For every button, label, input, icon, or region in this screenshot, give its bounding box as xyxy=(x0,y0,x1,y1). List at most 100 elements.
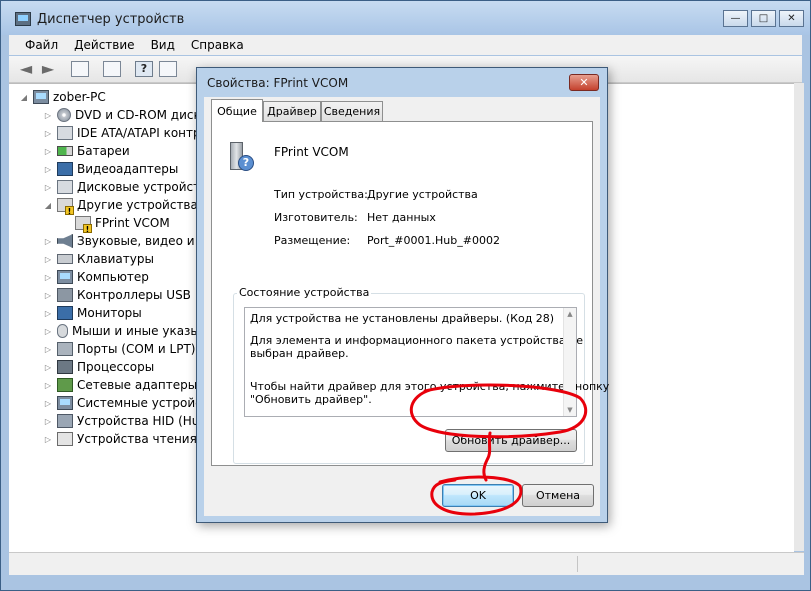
status-line: "Обновить драйвер". xyxy=(250,393,372,406)
scan-icon[interactable] xyxy=(159,61,177,77)
tree-item[interactable]: ▷ Порты (COM и LPT) xyxy=(43,340,195,358)
network-icon xyxy=(57,378,73,392)
tree-item[interactable]: ▷ Видеоадаптеры xyxy=(43,160,178,178)
collapse-arrow-icon[interactable]: ◢ xyxy=(19,93,29,102)
tree-item[interactable]: ▷ Устройства HID (Hum xyxy=(43,412,211,430)
expand-arrow-icon[interactable]: ▷ xyxy=(43,381,53,390)
help-icon[interactable]: ? xyxy=(135,61,153,77)
tab-details[interactable]: Сведения xyxy=(321,101,383,121)
expand-arrow-icon[interactable]: ▷ xyxy=(43,417,53,426)
update-driver-button[interactable]: Обновить драйвер... xyxy=(445,429,577,452)
expand-arrow-icon[interactable]: ▷ xyxy=(43,309,53,318)
status-line: выбран драйвер. xyxy=(250,347,349,360)
tree-item[interactable]: ▷ Контроллеры USB xyxy=(43,286,191,304)
menu-view[interactable]: Вид xyxy=(142,38,182,52)
tree-item-label: Мыши и иные указы xyxy=(72,324,200,338)
status-scrollbar[interactable]: ▲ ▼ xyxy=(563,308,576,416)
expand-arrow-icon[interactable]: ▷ xyxy=(43,255,53,264)
tree-item-label: FPrint VCOM xyxy=(95,216,170,230)
tree-item[interactable]: ▷ Компьютер xyxy=(43,268,149,286)
tab-general[interactable]: Общие xyxy=(211,99,263,122)
menu-bar: Файл Действие Вид Справка xyxy=(9,35,802,55)
tree-item-label: Процессоры xyxy=(77,360,155,374)
tree-item[interactable]: ◢ Другие устройства xyxy=(43,196,198,215)
expand-arrow-icon[interactable]: ▷ xyxy=(43,165,53,174)
forward-icon[interactable]: ► xyxy=(39,61,57,77)
tree-item[interactable]: ▷ Мониторы xyxy=(43,304,142,322)
collapse-arrow-icon[interactable]: ◢ xyxy=(43,201,53,210)
usb-icon xyxy=(57,288,73,302)
tree-item-label: Дисковые устройства xyxy=(77,180,215,194)
tree-item-label: Контроллеры USB xyxy=(77,288,191,302)
properties-icon[interactable] xyxy=(71,61,89,77)
tree-item[interactable]: ▷ Сетевые адаптеры xyxy=(43,376,197,394)
ok-button[interactable]: OK xyxy=(442,484,514,507)
location-value: Port_#0001.Hub_#0002 xyxy=(367,234,500,247)
tree-item-label: Компьютер xyxy=(77,270,149,284)
status-line: Для устройства не установлены драйверы. … xyxy=(250,312,555,325)
tree-item[interactable]: ▷ DVD и CD-ROM диско xyxy=(43,106,208,124)
tree-item-label: Батареи xyxy=(77,144,130,158)
status-line: Для элемента и информационного пакета ус… xyxy=(250,334,584,347)
menu-action[interactable]: Действие xyxy=(65,38,141,52)
disc-icon xyxy=(57,108,71,122)
menu-file[interactable]: Файл xyxy=(9,38,65,52)
expand-arrow-icon[interactable]: ▷ xyxy=(43,273,53,282)
expand-arrow-icon[interactable]: ▷ xyxy=(43,129,53,138)
tree-item[interactable]: ▷ Клавиатуры xyxy=(43,250,154,268)
tree-item[interactable]: FPrint VCOM xyxy=(61,214,170,233)
tree-item-label: Мониторы xyxy=(77,306,142,320)
close-button[interactable]: ✕ xyxy=(779,10,804,27)
minimize-button[interactable]: — xyxy=(723,10,748,27)
expand-arrow-icon[interactable]: ▷ xyxy=(43,147,53,156)
maximize-button[interactable]: □ xyxy=(751,10,776,27)
expand-arrow-icon[interactable]: ▷ xyxy=(43,183,53,192)
manufacturer-label: Изготовитель: xyxy=(274,211,358,224)
tree-item[interactable]: ▷ Батареи xyxy=(43,142,130,160)
tree-item[interactable]: ▷ Дисковые устройства xyxy=(43,178,215,196)
dialog-close-button[interactable]: ✕ xyxy=(569,74,599,91)
manufacturer-value: Нет данных xyxy=(367,211,436,224)
tree-root[interactable]: ◢ zober-PC xyxy=(19,88,106,106)
computer-icon xyxy=(57,270,73,284)
expand-arrow-icon[interactable]: ▷ xyxy=(43,363,53,372)
status-bar xyxy=(9,552,804,575)
tree-item[interactable]: ▷ Мыши и иные указы xyxy=(43,322,200,340)
tree-item[interactable]: ▷ IDE ATA/ATAPI контро xyxy=(43,124,208,142)
tree-item[interactable]: ▷ Звуковые, видео и игр xyxy=(43,232,220,250)
tree-item-label: Клавиатуры xyxy=(77,252,154,266)
tree-item[interactable]: ▷ Устройства чтения см xyxy=(43,430,216,448)
expand-arrow-icon[interactable]: ▷ xyxy=(43,237,53,246)
scroll-down-icon[interactable]: ▼ xyxy=(564,404,576,416)
title-bar[interactable]: Диспетчер устройств — □ ✕ xyxy=(1,1,810,35)
expand-arrow-icon[interactable]: ▷ xyxy=(43,291,53,300)
window-title: Диспетчер устройств xyxy=(37,12,185,27)
location-label: Размещение: xyxy=(274,234,351,247)
scroll-up-icon[interactable]: ▲ xyxy=(564,308,576,320)
tree-item-label: Видеоадаптеры xyxy=(77,162,179,176)
expand-arrow-icon[interactable]: ▷ xyxy=(43,345,53,354)
system-icon xyxy=(57,396,73,410)
general-tab-panel: ? FPrint VCOM Тип устройства: Другие уст… xyxy=(211,121,609,466)
cancel-button[interactable]: Отмена xyxy=(522,484,594,507)
device-manager-icon xyxy=(15,12,31,26)
view-icon[interactable] xyxy=(103,61,121,77)
ide-icon xyxy=(57,126,73,140)
menu-help[interactable]: Справка xyxy=(182,38,251,52)
vertical-scrollbar[interactable] xyxy=(794,83,804,551)
status-separator xyxy=(577,556,578,572)
back-icon[interactable]: ◄ xyxy=(17,61,35,77)
tab-driver[interactable]: Драйвер xyxy=(263,101,321,121)
tree-item-label: IDE ATA/ATAPI контро xyxy=(77,126,208,140)
display-adapter-icon xyxy=(57,162,73,176)
device-type-value: Другие устройства xyxy=(367,188,478,201)
tree-root-label: zober-PC xyxy=(53,90,106,104)
tree-item[interactable]: ▷ Процессоры xyxy=(43,358,154,376)
expand-arrow-icon[interactable]: ▷ xyxy=(43,435,53,444)
expand-arrow-icon[interactable]: ▷ xyxy=(43,399,53,408)
expand-arrow-icon[interactable]: ▷ xyxy=(43,111,53,120)
warning-device-icon xyxy=(75,216,92,233)
device-status-textbox[interactable]: Для устройства не установлены драйверы. … xyxy=(244,307,609,417)
cpu-icon xyxy=(57,360,73,374)
expand-arrow-icon[interactable]: ▷ xyxy=(43,327,53,336)
